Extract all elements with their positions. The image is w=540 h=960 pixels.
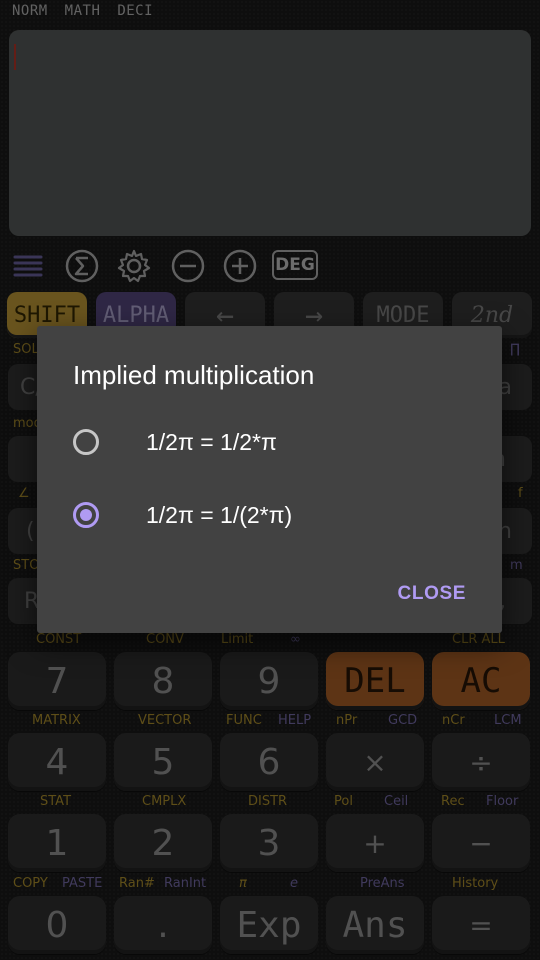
radio-button-selected[interactable]	[73, 502, 99, 528]
option-implicit-grouping[interactable]: 1/2π = 1/(2*π)	[73, 491, 493, 539]
option-implicit-product[interactable]: 1/2π = 1/2*π	[73, 418, 493, 466]
option-label: 1/2π = 1/2*π	[146, 428, 277, 455]
option-label: 1/2π = 1/(2*π)	[146, 501, 293, 528]
dialog-title: Implied multiplication	[73, 360, 315, 390]
implied-multiplication-dialog: Implied multiplication 1/2π = 1/2*π 1/2π…	[37, 326, 502, 633]
radio-button-unselected[interactable]	[73, 429, 99, 455]
close-button[interactable]: CLOSE	[398, 583, 466, 605]
